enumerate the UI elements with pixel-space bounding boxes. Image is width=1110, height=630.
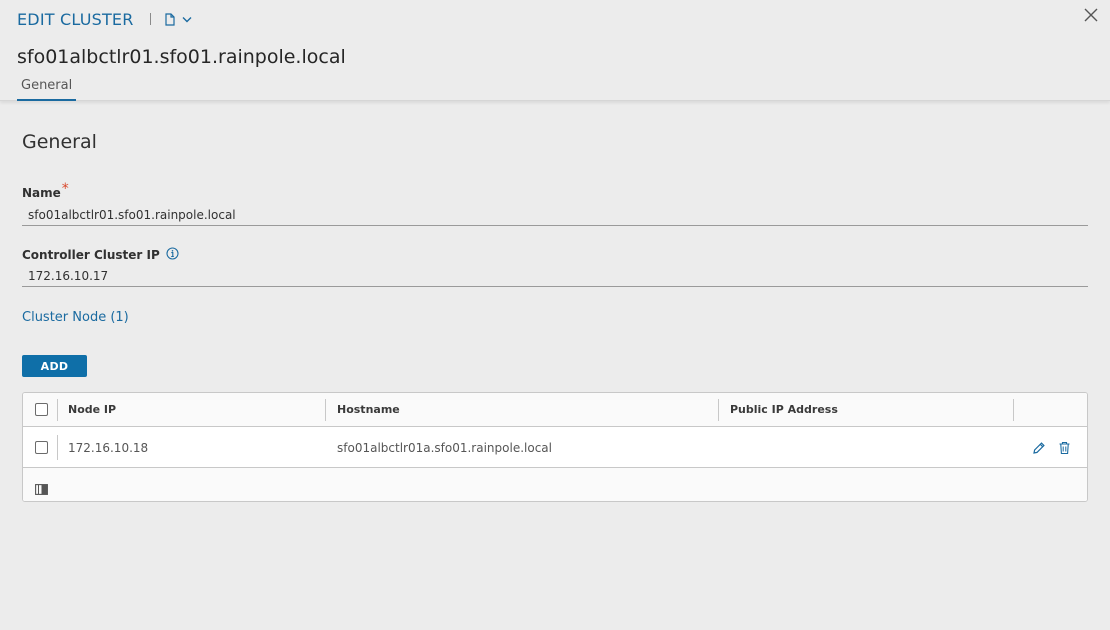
document-dropdown[interactable] bbox=[164, 12, 192, 26]
required-marker: * bbox=[61, 181, 69, 197]
cluster-name-heading: sfo01albctlr01.sfo01.rainpole.local bbox=[17, 46, 346, 68]
section-title: General bbox=[22, 131, 97, 153]
modal-title: EDIT CLUSTER bbox=[17, 9, 134, 29]
name-label-text: Name bbox=[22, 186, 61, 200]
controller-ip-field[interactable] bbox=[22, 265, 1088, 287]
column-header-node-ip[interactable]: Node IP bbox=[68, 403, 116, 416]
column-separator bbox=[57, 435, 58, 460]
column-separator[interactable] bbox=[325, 399, 326, 421]
grid-footer bbox=[23, 468, 1087, 501]
table-row: 172.16.10.18 sfo01albctlr01a.sfo01.rainp… bbox=[23, 427, 1087, 468]
chevron-down-icon bbox=[182, 16, 192, 23]
document-icon bbox=[164, 12, 176, 26]
column-separator[interactable] bbox=[1013, 399, 1014, 421]
cell-hostname: sfo01albctlr01a.sfo01.rainpole.local bbox=[337, 441, 552, 455]
column-separator[interactable] bbox=[718, 399, 719, 421]
info-icon[interactable] bbox=[166, 247, 179, 263]
row-checkbox[interactable] bbox=[35, 441, 48, 454]
grid-header: Node IP Hostname Public IP Address bbox=[23, 393, 1087, 427]
cluster-node-link[interactable]: Cluster Node (1) bbox=[22, 310, 129, 325]
controller-ip-label: Controller Cluster IP bbox=[22, 247, 179, 263]
name-field[interactable] bbox=[22, 204, 1088, 226]
select-all-checkbox[interactable] bbox=[35, 403, 48, 416]
column-header-hostname[interactable]: Hostname bbox=[337, 403, 400, 416]
name-label: Name * bbox=[22, 181, 69, 201]
column-toggle-icon[interactable] bbox=[35, 480, 48, 499]
controller-ip-label-text: Controller Cluster IP bbox=[22, 248, 160, 262]
cell-node-ip: 172.16.10.18 bbox=[68, 441, 149, 455]
add-button[interactable]: ADD bbox=[22, 355, 87, 377]
title-divider bbox=[149, 13, 151, 25]
column-separator bbox=[57, 399, 58, 421]
column-header-public-ip[interactable]: Public IP Address bbox=[730, 403, 838, 416]
cluster-node-grid: Node IP Hostname Public IP Address 172.1… bbox=[22, 392, 1088, 502]
tab-general[interactable]: General bbox=[17, 78, 77, 101]
delete-icon[interactable] bbox=[1058, 440, 1071, 459]
edit-icon[interactable] bbox=[1032, 440, 1046, 459]
close-icon[interactable] bbox=[1082, 6, 1100, 24]
title-row: EDIT CLUSTER bbox=[17, 8, 192, 30]
modal-header: EDIT CLUSTER sfo01albctlr01.sfo01.rainpo… bbox=[0, 0, 1110, 101]
